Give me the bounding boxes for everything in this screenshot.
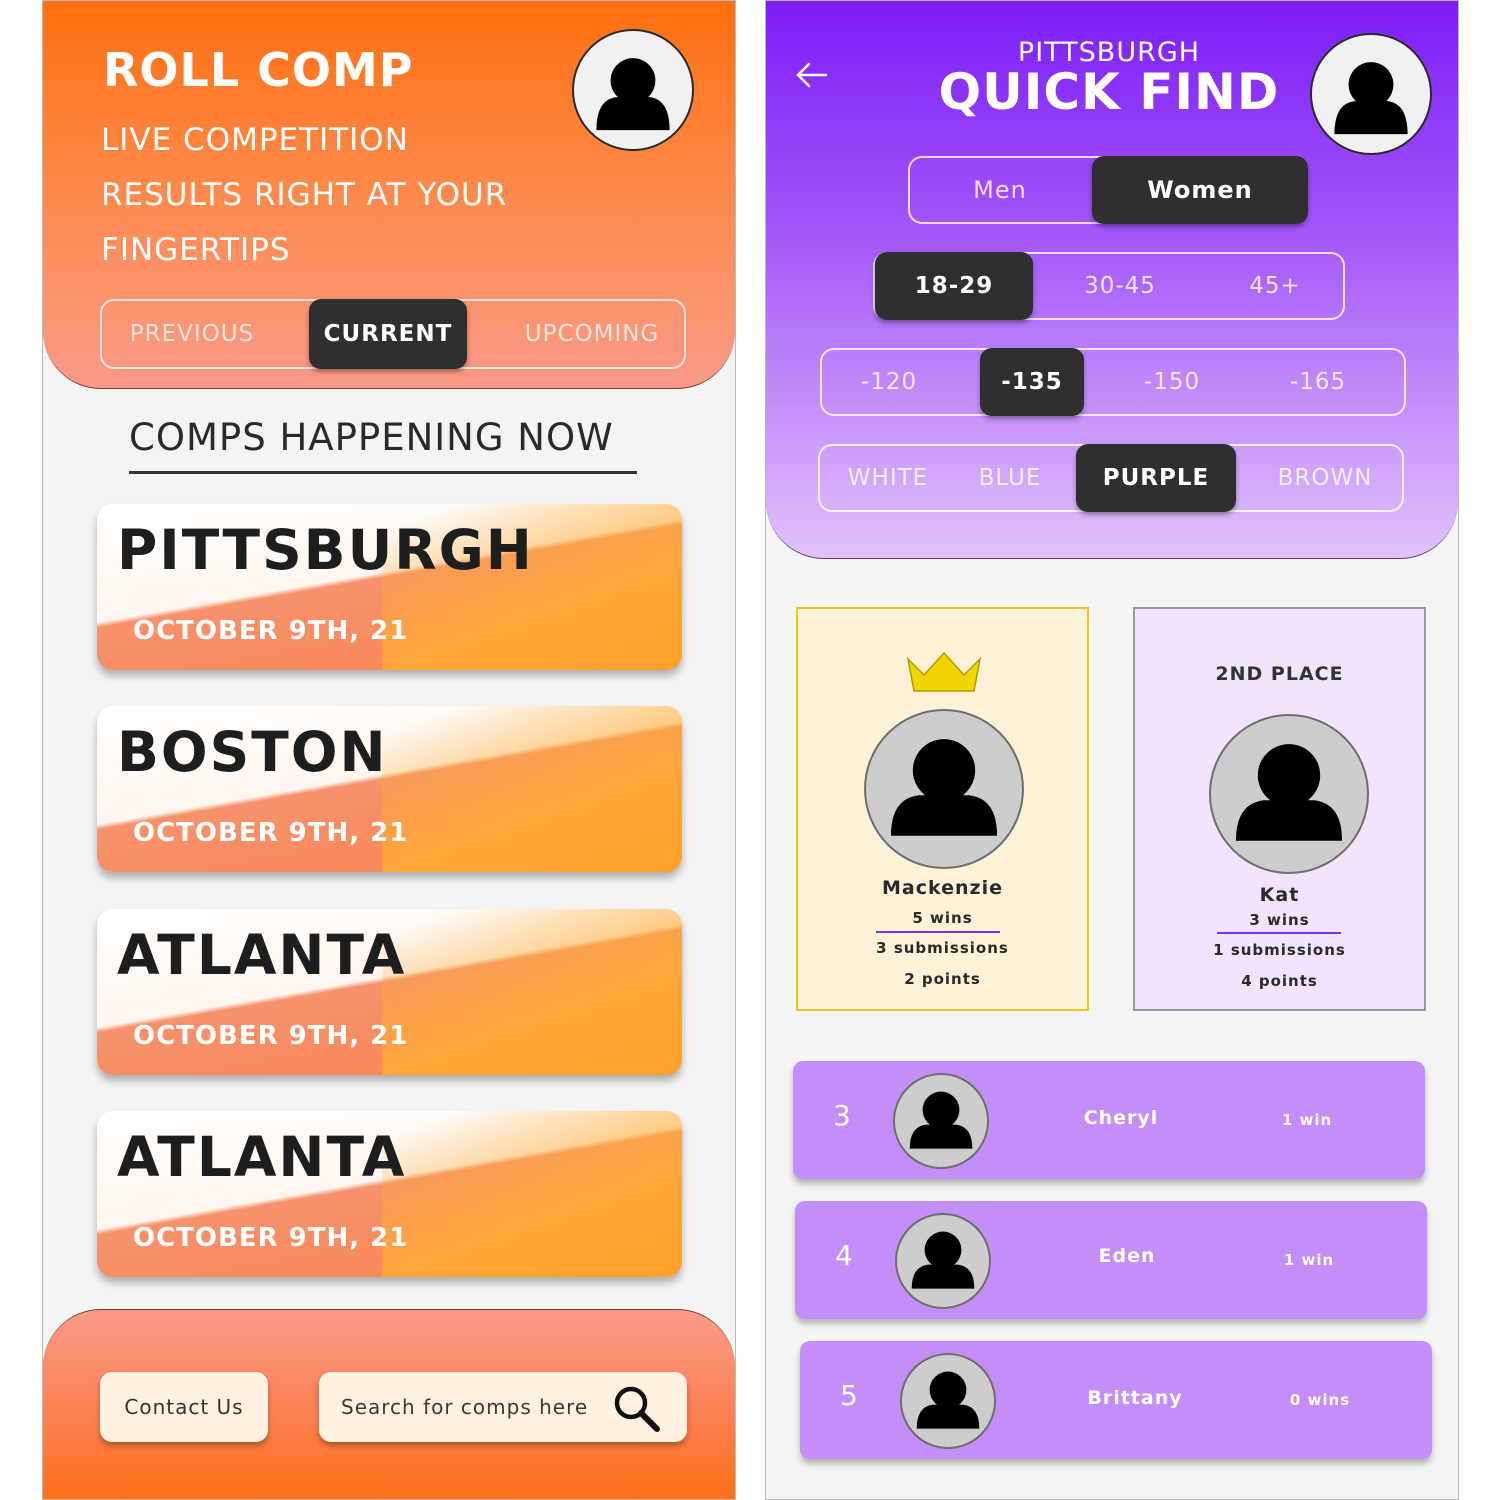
second-place-name: Kat [1259, 884, 1300, 906]
gender-option-men[interactable]: Men [910, 158, 1090, 222]
ranking-avatar [893, 1073, 989, 1169]
comp-date: OCTOBER 9TH, 21 [133, 1021, 409, 1051]
ranking-avatar [895, 1213, 991, 1309]
first-place-card[interactable]: Mackenzie 5 wins 3 submissions 2 points [796, 607, 1089, 1011]
age-filter: 18-29 30-45 45+ [873, 252, 1345, 320]
user-silhouette-icon [916, 1371, 980, 1429]
tagline-line: LIVE COMPETITION [101, 122, 409, 158]
ranking-wins: 1 win [1281, 1111, 1333, 1129]
user-silhouette-icon [596, 58, 670, 131]
second-place-label: 2ND PLACE [1215, 663, 1344, 685]
gender-filter: Men Women [908, 156, 1308, 224]
ranking-avatar [900, 1353, 996, 1449]
comp-date: OCTOBER 9TH, 21 [133, 818, 409, 848]
user-silhouette-icon [1334, 62, 1408, 135]
profile-avatar[interactable] [1310, 33, 1432, 155]
comp-city: ATLANTA [117, 1125, 407, 1189]
comp-card[interactable]: ATLANTA OCTOBER 9TH, 21 [97, 909, 682, 1075]
tab-current[interactable]: CURRENT [309, 299, 467, 369]
quick-find-header: PITTSBURGH QUICK FIND Men Women 18-29 30… [766, 1, 1458, 559]
home-footer: Contact Us [43, 1309, 735, 1499]
first-place-name: Mackenzie [882, 877, 1003, 899]
crown-icon [906, 651, 982, 692]
comp-city: ATLANTA [117, 923, 407, 987]
user-silhouette-icon [1235, 744, 1343, 841]
section-underline [129, 471, 637, 474]
age-option-18-29[interactable]: 18-29 [875, 252, 1033, 320]
first-place-wins: 5 wins [912, 909, 973, 927]
comp-card[interactable]: ATLANTA OCTOBER 9TH, 21 [97, 1111, 682, 1277]
comp-city: PITTSBURGH [117, 518, 534, 582]
weight-option-165[interactable]: -165 [1248, 350, 1388, 414]
second-place-avatar [1209, 714, 1369, 874]
user-silhouette-icon [890, 739, 998, 836]
tab-previous[interactable]: PREVIOUS [102, 301, 282, 367]
comp-date: OCTOBER 9TH, 21 [133, 616, 409, 646]
search-icon[interactable] [609, 1382, 665, 1436]
second-place-submissions: 1 submissions [1213, 941, 1346, 959]
first-place-avatar [864, 709, 1024, 869]
comp-card[interactable]: BOSTON OCTOBER 9TH, 21 [97, 706, 682, 872]
ranking-row[interactable]: 4 Eden 1 win [795, 1201, 1427, 1319]
second-place-card[interactable]: 2ND PLACE Kat 3 wins 1 submissions 4 poi… [1133, 607, 1426, 1011]
first-place-points: 2 points [904, 970, 981, 988]
ranking-name: Eden [1098, 1245, 1156, 1267]
weight-filter: -120 -135 -150 -165 [820, 348, 1406, 416]
app-title: ROLL COMP [103, 43, 414, 97]
ranking-name: Brittany [1087, 1387, 1183, 1409]
comp-date: OCTOBER 9TH, 21 [133, 1223, 409, 1253]
search-bar [319, 1372, 687, 1442]
section-title: COMPS HAPPENING NOW [129, 416, 614, 459]
stat-divider [876, 931, 1000, 933]
gender-option-women[interactable]: Women [1092, 156, 1308, 224]
rank-number: 4 [835, 1239, 853, 1272]
user-silhouette-icon [911, 1231, 975, 1289]
quick-find-screen: PITTSBURGH QUICK FIND Men Women 18-29 30… [765, 0, 1459, 1500]
belt-option-white[interactable]: WHITE [820, 446, 956, 510]
ranking-row[interactable]: 3 Cheryl 1 win [793, 1061, 1425, 1179]
belt-option-brown[interactable]: BROWN [1250, 446, 1400, 510]
age-option-30-45[interactable]: 30-45 [1045, 254, 1195, 318]
ranking-wins: 0 wins [1289, 1391, 1351, 1409]
search-input[interactable] [341, 1392, 591, 1422]
weight-option-150[interactable]: -150 [1102, 350, 1242, 414]
ranking-name: Cheryl [1083, 1107, 1159, 1129]
stat-divider [1217, 932, 1341, 934]
rank-number: 5 [840, 1379, 858, 1412]
ranking-row[interactable]: 5 Brittany 0 wins [800, 1341, 1432, 1459]
second-place-points: 4 points [1241, 972, 1318, 990]
home-header: ROLL COMP LIVE COMPETITION RESULTS RIGHT… [43, 1, 735, 389]
user-silhouette-icon [909, 1091, 973, 1149]
second-place-wins: 3 wins [1249, 911, 1310, 929]
weight-option-135[interactable]: -135 [980, 348, 1084, 416]
comp-time-tabs: PREVIOUS CURRENT UPCOMING [100, 299, 686, 369]
app-tagline: LIVE COMPETITION RESULTS RIGHT AT YOUR F… [101, 113, 561, 278]
belt-option-blue[interactable]: BLUE [948, 446, 1072, 510]
weight-option-120[interactable]: -120 [822, 350, 956, 414]
profile-avatar[interactable] [572, 29, 694, 151]
comp-card[interactable]: PITTSBURGH OCTOBER 9TH, 21 [97, 504, 682, 670]
tagline-line: RESULTS RIGHT AT YOUR [101, 177, 508, 213]
comp-city: BOSTON [117, 720, 388, 784]
belt-filter: WHITE BLUE PURPLE BROWN [818, 444, 1404, 512]
tagline-line: FINGERTIPS [101, 232, 291, 268]
contact-us-button[interactable]: Contact Us [100, 1372, 268, 1442]
first-place-submissions: 3 submissions [876, 939, 1009, 957]
tab-upcoming[interactable]: UPCOMING [502, 301, 682, 367]
roll-comp-home-screen: ROLL COMP LIVE COMPETITION RESULTS RIGHT… [42, 0, 736, 1500]
belt-option-purple[interactable]: PURPLE [1076, 444, 1236, 512]
ranking-wins: 1 win [1283, 1251, 1335, 1269]
age-option-45-plus[interactable]: 45+ [1205, 254, 1345, 318]
rank-number: 3 [833, 1099, 851, 1132]
